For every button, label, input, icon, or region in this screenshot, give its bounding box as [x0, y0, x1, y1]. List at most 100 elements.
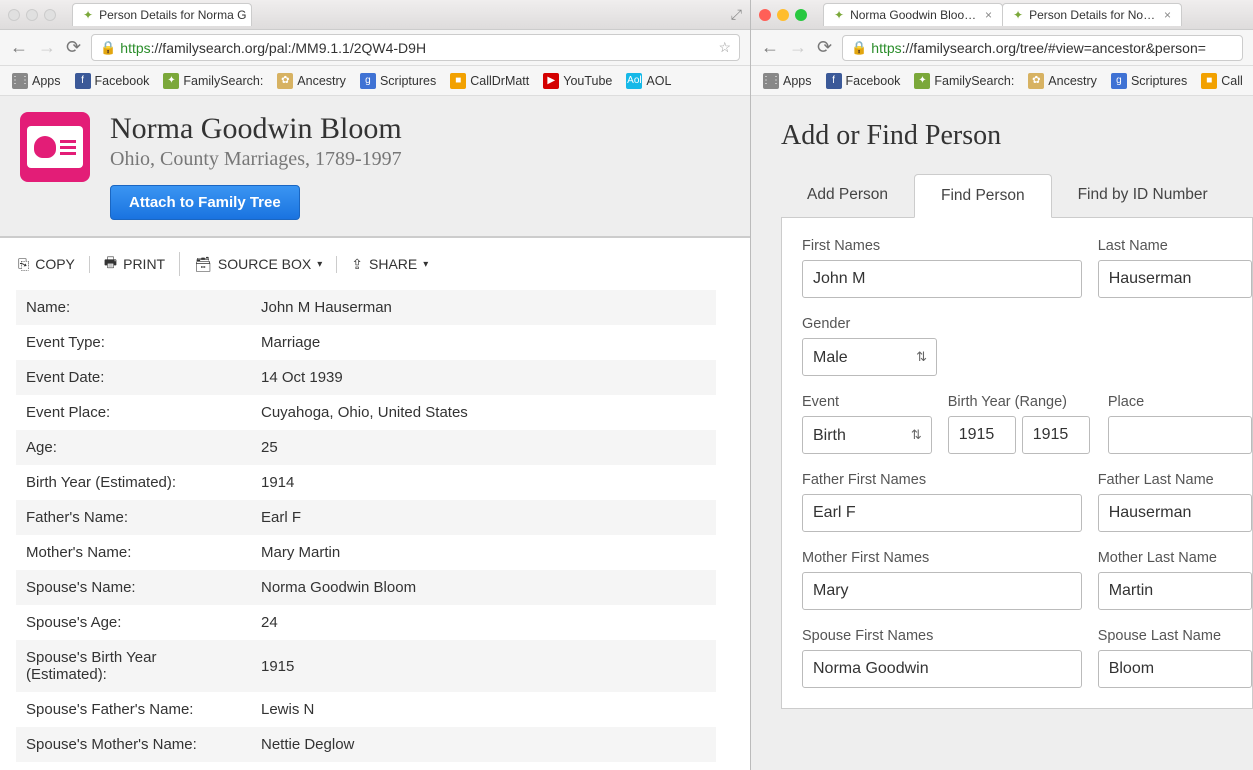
- label-last-name: Last Name: [1098, 238, 1252, 254]
- bookmark-item[interactable]: ✦FamilySearch:: [163, 73, 263, 89]
- bookmark-item[interactable]: ✿Ancestry: [1028, 73, 1097, 89]
- page-content-right: Add or Find Person Add Person Find Perso…: [751, 96, 1253, 770]
- label-spouse-last: Spouse Last Name: [1098, 628, 1252, 644]
- back-icon[interactable]: ←: [10, 37, 28, 58]
- expand-icon[interactable]: ⤢: [731, 6, 742, 23]
- zoom-window-icon[interactable]: [795, 9, 807, 21]
- bookmark-label: FamilySearch:: [183, 74, 263, 88]
- tab-add-person[interactable]: Add Person: [781, 174, 914, 217]
- bookmark-label: YouTube: [563, 74, 612, 88]
- tab-find-person[interactable]: Find Person: [914, 174, 1052, 218]
- event-select[interactable]: Birth: [802, 416, 932, 454]
- detail-label: Event Date:: [16, 360, 251, 395]
- bookmark-item[interactable]: ⋮⋮Apps: [12, 73, 61, 89]
- detail-value[interactable]: Lewis N: [251, 692, 716, 727]
- tab-title: Person Details for Norma G: [1029, 8, 1158, 22]
- bookmark-icon: ■: [1201, 73, 1217, 89]
- browser-toolbar-right: ← → ⟳ 🔒 https ://familysearch.org/tree/#…: [751, 30, 1253, 66]
- year-to-input[interactable]: [1022, 416, 1090, 454]
- bookmark-icon: ✿: [1028, 73, 1044, 89]
- detail-value: 14 Oct 1939: [251, 360, 716, 395]
- tab-close-icon[interactable]: ×: [1164, 8, 1171, 22]
- traffic-lights: [759, 9, 807, 21]
- label-birth-year-range: Birth Year (Range): [948, 394, 1092, 410]
- record-details-table: Name:John M HausermanEvent Type:Marriage…: [16, 290, 716, 762]
- favicon-icon: ✦: [1013, 8, 1023, 22]
- url-path: ://familysearch.org/tree/#view=ancestor&…: [902, 40, 1206, 56]
- bookmark-item[interactable]: ✿Ancestry: [277, 73, 346, 89]
- first-names-input[interactable]: [802, 260, 1082, 298]
- attach-to-tree-button[interactable]: Attach to Family Tree: [110, 185, 300, 220]
- share-button[interactable]: ⇪SHARE▾: [337, 256, 442, 273]
- url-bar[interactable]: 🔒 https ://familysearch.org/pal:/MM9.1.1…: [91, 34, 740, 61]
- detail-value: 25: [251, 430, 716, 465]
- bookmark-item[interactable]: ⋮⋮Apps: [763, 73, 812, 89]
- detail-label: Spouse's Age:: [16, 605, 251, 640]
- forward-icon[interactable]: →: [789, 37, 807, 58]
- detail-value[interactable]: Earl F: [251, 500, 716, 535]
- mother-first-input[interactable]: [802, 572, 1082, 610]
- favicon-icon: ✦: [83, 8, 93, 22]
- minimize-window-icon[interactable]: [26, 9, 38, 21]
- reload-icon[interactable]: ⟳: [817, 37, 832, 58]
- year-from-input[interactable]: [948, 416, 1016, 454]
- bookmark-item[interactable]: gScriptures: [360, 73, 436, 89]
- spouse-first-input[interactable]: [802, 650, 1082, 688]
- detail-value[interactable]: John M Hauserman: [251, 290, 716, 325]
- tab-find-by-id[interactable]: Find by ID Number: [1052, 174, 1234, 217]
- back-icon[interactable]: ←: [761, 37, 779, 58]
- bookmark-label: Apps: [32, 74, 61, 88]
- traffic-lights: [8, 9, 56, 21]
- print-button[interactable]: 🖶PRINT: [90, 252, 180, 276]
- father-last-input[interactable]: [1098, 494, 1252, 532]
- bookmark-item[interactable]: ■Call: [1201, 73, 1243, 89]
- bookmark-icon: f: [75, 73, 91, 89]
- detail-value: Marriage: [251, 325, 716, 360]
- bookmark-label: Facebook: [846, 74, 901, 88]
- bookmark-item[interactable]: fFacebook: [75, 73, 150, 89]
- bookmark-item[interactable]: fFacebook: [826, 73, 901, 89]
- bookmark-item[interactable]: ▶YouTube: [543, 73, 612, 89]
- gender-select[interactable]: Male: [802, 338, 937, 376]
- minimize-window-icon[interactable]: [777, 9, 789, 21]
- source-box-button[interactable]: 🗃SOURCE BOX▾: [180, 256, 337, 273]
- close-window-icon[interactable]: [8, 9, 20, 21]
- detail-label: Event Place:: [16, 395, 251, 430]
- person-name: Norma Goodwin Bloom: [110, 112, 402, 146]
- person-silhouette-icon: [34, 136, 56, 158]
- mother-last-input[interactable]: [1098, 572, 1252, 610]
- bookmark-icon: ✦: [914, 73, 930, 89]
- forward-icon[interactable]: →: [38, 37, 56, 58]
- bookmark-item[interactable]: gScriptures: [1111, 73, 1187, 89]
- last-name-input[interactable]: [1098, 260, 1252, 298]
- detail-row: Event Type:Marriage: [16, 325, 716, 360]
- bookmark-item[interactable]: AolAOL: [626, 73, 671, 89]
- browser-tab[interactable]: ✦ Person Details for Norma G ×: [72, 3, 252, 26]
- bookmark-icon: ■: [450, 73, 466, 89]
- reload-icon[interactable]: ⟳: [66, 37, 81, 58]
- bookmark-label: Scriptures: [1131, 74, 1187, 88]
- tab-close-icon[interactable]: ×: [985, 8, 992, 22]
- browser-tab[interactable]: ✦Norma Goodwin Bloom (19×: [823, 3, 1003, 26]
- record-icon: [20, 112, 90, 182]
- bookmark-item[interactable]: ✦FamilySearch:: [914, 73, 1014, 89]
- copy-button[interactable]: ⎘COPY: [18, 256, 90, 273]
- bookmark-star-icon[interactable]: ☆: [718, 39, 731, 56]
- browser-tab[interactable]: ✦ Person Details for Norma G ×: [1002, 3, 1182, 26]
- detail-label: Spouse's Birth Year (Estimated):: [16, 640, 251, 692]
- place-input[interactable]: [1108, 416, 1252, 454]
- bookmarks-bar-left: ⋮⋮Apps fFacebook ✦FamilySearch: ✿Ancestry gS…: [0, 66, 750, 96]
- bookmark-item[interactable]: ■CallDrMatt: [450, 73, 529, 89]
- detail-value[interactable]: Nettie Deglow: [251, 727, 716, 762]
- url-bar[interactable]: 🔒 https ://familysearch.org/tree/#view=a…: [842, 35, 1243, 61]
- detail-value: 1914: [251, 465, 716, 500]
- spouse-last-input[interactable]: [1098, 650, 1252, 688]
- close-window-icon[interactable]: [759, 9, 771, 21]
- zoom-window-icon[interactable]: [44, 9, 56, 21]
- detail-row: Father's Name:Earl F: [16, 500, 716, 535]
- detail-row: Spouse's Mother's Name:Nettie Deglow: [16, 727, 716, 762]
- father-first-input[interactable]: [802, 494, 1082, 532]
- page-content-left: Norma Goodwin Bloom Ohio, County Marriag…: [0, 96, 750, 770]
- detail-value[interactable]: Mary Martin: [251, 535, 716, 570]
- lock-icon: 🔒: [851, 40, 867, 56]
